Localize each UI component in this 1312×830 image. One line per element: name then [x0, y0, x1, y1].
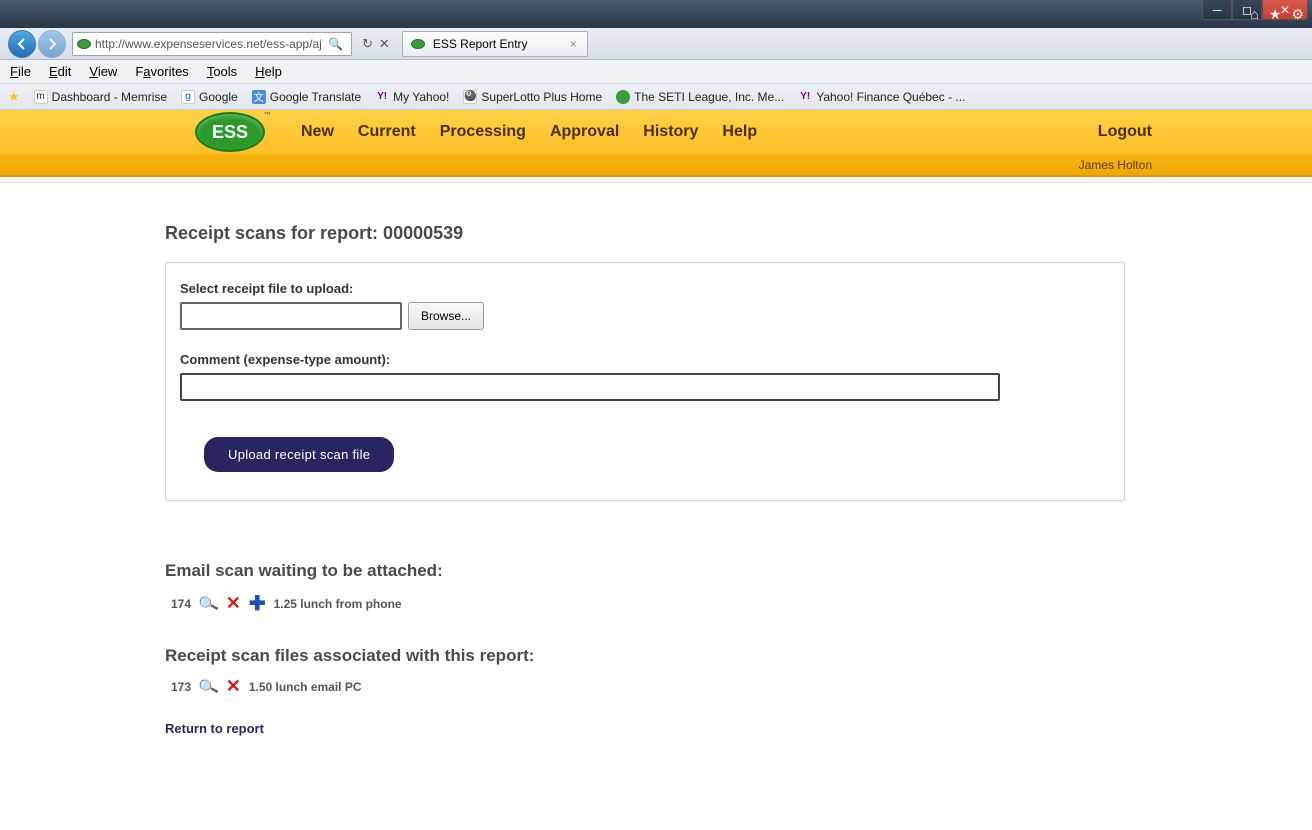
tab-favicon: [411, 39, 425, 49]
tab-close-button[interactable]: ×: [568, 37, 579, 51]
menu-edit[interactable]: Edit: [49, 64, 71, 79]
forward-button[interactable]: [38, 30, 66, 58]
select-file-label: Select receipt file to upload:: [180, 281, 1110, 296]
username-display: James Holton: [0, 154, 1312, 176]
nav-help[interactable]: Help: [722, 123, 757, 141]
site-icon: [77, 39, 91, 49]
gear-icon[interactable]: ⚙: [1291, 6, 1304, 23]
associated-scan-row: 173 🔍 ✕ 1.50 lunch email PC: [171, 676, 1140, 697]
favicon-icon: g: [181, 90, 195, 104]
scan-id: 174: [171, 597, 191, 611]
browser-tab[interactable]: ESS Report Entry ×: [402, 31, 588, 57]
page-content: Receipt scans for report: 00000539 Selec…: [0, 183, 1140, 776]
delete-icon[interactable]: ✕: [226, 593, 241, 614]
refresh-button[interactable]: ↻: [362, 36, 373, 52]
chrome-icons: ⌂ ★ ⚙: [1250, 6, 1304, 23]
bookmark-google-translate[interactable]: 文Google Translate: [252, 90, 361, 104]
trademark-icon: ™: [264, 112, 271, 119]
stop-button[interactable]: ✕: [379, 36, 390, 52]
nav-processing[interactable]: Processing: [440, 123, 526, 141]
address-bar[interactable]: http://www.expenseservices.net/ess-app/a…: [72, 32, 352, 56]
menu-file[interactable]: File: [10, 64, 31, 79]
upload-button[interactable]: Upload receipt scan file: [204, 437, 394, 472]
delete-icon[interactable]: ✕: [226, 676, 241, 697]
nav-approval[interactable]: Approval: [550, 123, 619, 141]
nav-history[interactable]: History: [643, 123, 698, 141]
toolbar-buttons: ↻ ✕: [356, 36, 396, 52]
favorites-icon[interactable]: ★: [1269, 6, 1282, 23]
favicon-icon: [616, 90, 630, 104]
arrow-left-icon: [15, 37, 29, 51]
favicon-icon: Y!: [798, 90, 812, 104]
menu-help[interactable]: Help: [255, 64, 282, 79]
waiting-scan-row: 174 🔍 ✕ ✚ 1.25 lunch from phone: [171, 591, 1140, 616]
logout-link[interactable]: Logout: [1098, 123, 1152, 141]
associated-heading: Receipt scan files associated with this …: [165, 646, 1140, 666]
magnify-icon[interactable]: 🔍: [197, 675, 220, 697]
back-button[interactable]: [8, 30, 36, 58]
menu-tools[interactable]: Tools: [207, 64, 237, 79]
url-text: http://www.expenseservices.net/ess-app/a…: [95, 37, 322, 51]
return-link[interactable]: Return to report: [165, 721, 1140, 736]
waiting-heading: Email scan waiting to be attached:: [165, 561, 1140, 581]
window-titlebar: ─ ◻ ✕: [0, 0, 1312, 28]
bookmark-memrise[interactable]: mDashboard - Memrise: [34, 90, 167, 104]
ess-logo[interactable]: ESS ™: [195, 112, 265, 152]
bookmark-seti[interactable]: The SETI League, Inc. Me...: [616, 90, 784, 104]
bookmark-google[interactable]: gGoogle: [181, 90, 238, 104]
magnify-icon[interactable]: 🔍: [197, 592, 220, 614]
app-header: ESS ™ New Current Processing Approval Hi…: [0, 110, 1312, 177]
comment-label: Comment (expense-type amount):: [180, 352, 1110, 367]
browser-toolbar: http://www.expenseservices.net/ess-app/a…: [0, 28, 1312, 60]
favicon-icon: 文: [252, 90, 266, 104]
bookmark-superlotto[interactable]: 🎱SuperLotto Plus Home: [463, 90, 602, 104]
scan-description: 1.50 lunch email PC: [249, 680, 362, 694]
favicon-icon: Y!: [375, 90, 389, 104]
upload-panel: Select receipt file to upload: Browse...…: [165, 262, 1125, 501]
add-favorite-icon[interactable]: ★: [8, 89, 20, 105]
menu-view[interactable]: View: [89, 64, 117, 79]
nav-new[interactable]: New: [301, 123, 334, 141]
browser-menubar: File Edit View Favorites Tools Help: [0, 60, 1312, 84]
favicon-icon: m: [34, 90, 48, 104]
window-minimize-button[interactable]: ─: [1202, 0, 1232, 20]
nav-current[interactable]: Current: [358, 123, 416, 141]
file-path-input[interactable]: [180, 302, 402, 330]
scan-description: 1.25 lunch from phone: [274, 597, 402, 611]
tab-title: ESS Report Entry: [433, 37, 528, 51]
bookmarks-bar: ★ mDashboard - Memrise gGoogle 文Google T…: [0, 84, 1312, 110]
browse-button[interactable]: Browse...: [408, 302, 484, 330]
favicon-icon: 🎱: [463, 90, 477, 104]
page-title: Receipt scans for report: 00000539: [165, 223, 1140, 244]
comment-input[interactable]: [180, 373, 1000, 401]
add-icon[interactable]: ✚: [249, 591, 266, 616]
scan-id: 173: [171, 680, 191, 694]
menu-favorites[interactable]: Favorites: [135, 64, 188, 79]
bookmark-my-yahoo[interactable]: Y!My Yahoo!: [375, 90, 449, 104]
arrow-right-icon: [45, 37, 59, 51]
bookmark-yahoo-finance[interactable]: Y!Yahoo! Finance Québec - ...: [798, 90, 965, 104]
home-icon[interactable]: ⌂: [1250, 6, 1258, 23]
search-icon[interactable]: 🔍: [324, 37, 347, 51]
main-nav: New Current Processing Approval History …: [301, 123, 757, 141]
